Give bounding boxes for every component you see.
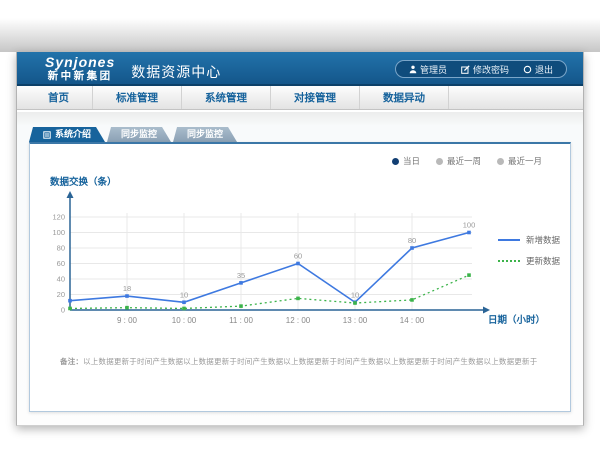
svg-text:120: 120 <box>52 213 65 222</box>
dotted-line-swatch <box>498 260 520 262</box>
legend-item-0: 新增数据 <box>498 234 560 246</box>
user-toolbar-account[interactable]: 管理员 <box>402 63 454 76</box>
svg-text:日期（小时）: 日期（小时） <box>488 314 545 326</box>
range-filter-label: 当日 <box>403 155 420 167</box>
user-toolbar-label: 管理员 <box>420 63 447 76</box>
nav-item-2[interactable]: 系统管理 <box>182 86 271 109</box>
user-toolbar: 管理员 修改密码 退出 <box>395 60 567 78</box>
svg-text:18: 18 <box>123 284 131 293</box>
svg-text:13 : 00: 13 : 00 <box>343 316 368 325</box>
radio-icon <box>436 158 443 165</box>
footnote: 备注：以上数据更新于时间产生数据以上数据更新于时间产生数据以上数据更新于时间产生… <box>60 356 544 367</box>
range-filter-2[interactable]: 最近一月 <box>497 155 542 167</box>
svg-text:60: 60 <box>294 252 302 261</box>
svg-text:11 : 00: 11 : 00 <box>229 316 253 325</box>
user-toolbar-label: 修改密码 <box>473 63 509 76</box>
tab-label: 同步监控 <box>121 127 157 142</box>
range-filter-group: 当日 最近一周 最近一月 <box>392 155 542 167</box>
nav-item-0[interactable]: 首页 <box>25 86 93 109</box>
user-toolbar-label: 退出 <box>535 63 553 76</box>
tab-1[interactable]: 同步监控 <box>107 127 171 142</box>
footnote-body: 以上数据更新于时间产生数据以上数据更新于时间产生数据以上数据更新于时间产生数据以… <box>83 357 537 366</box>
svg-text:14 : 00: 14 : 00 <box>400 316 425 325</box>
svg-text:10: 10 <box>351 290 359 299</box>
user-icon <box>409 65 417 74</box>
brand-logo: Synjones 新中新集团 <box>45 55 115 82</box>
system-intro-panel: 当日 最近一周 最近一月 数据交换（条） 0 20 40 60 80 100 120 9 : 00… <box>29 142 571 412</box>
legend-item-1: 更新数据 <box>498 255 560 267</box>
edit-icon <box>461 65 470 74</box>
svg-text:80: 80 <box>57 244 65 253</box>
page-background-band <box>0 0 600 52</box>
legend-label: 更新数据 <box>526 255 560 267</box>
tab-bar: 系统介绍 同步监控 同步监控 <box>29 127 237 142</box>
range-filter-label: 最近一周 <box>447 155 481 167</box>
legend-label: 新增数据 <box>526 234 560 246</box>
user-toolbar-logout[interactable]: 退出 <box>516 63 560 76</box>
main-nav: 首页标准管理系统管理对接管理数据异动 <box>17 86 583 110</box>
nav-item-3[interactable]: 对接管理 <box>271 86 360 109</box>
svg-text:100: 100 <box>52 228 65 237</box>
content-area: 系统介绍 同步监控 同步监控 当日 最近一周 最近一月 数据交换（条） 0 20 40 60 8… <box>17 112 583 425</box>
tab-label: 系统介绍 <box>55 127 91 142</box>
svg-text:40: 40 <box>57 275 65 284</box>
chart-y-axis-title: 数据交换（条） <box>50 174 117 188</box>
radio-icon <box>497 158 504 165</box>
radio-icon <box>392 158 399 165</box>
svg-text:12 : 00: 12 : 00 <box>286 316 311 325</box>
brand-logo-subtext: 新中新集团 <box>45 71 115 82</box>
brand-logo-text: Synjones <box>45 55 115 69</box>
page-title: 数据资源中心 <box>131 62 221 82</box>
app-window: Synjones 新中新集团 数据资源中心 管理员修改密码退出 首页标准管理系统… <box>16 52 584 426</box>
range-filter-1[interactable]: 最近一周 <box>436 155 481 167</box>
line-chart: 0 20 40 60 80 100 120 9 : 00 10 : 00 11 : 00 12 : … <box>40 188 550 338</box>
svg-text:20: 20 <box>57 290 65 299</box>
solid-line-swatch <box>498 239 520 241</box>
app-header: Synjones 新中新集团 数据资源中心 管理员 修改密码 退出 <box>17 52 583 86</box>
nav-item-4[interactable]: 数据异动 <box>360 86 449 109</box>
range-filter-0[interactable]: 当日 <box>392 155 420 167</box>
nav-item-1[interactable]: 标准管理 <box>93 86 182 109</box>
tab-0[interactable]: 系统介绍 <box>29 127 105 142</box>
svg-text:9 : 00: 9 : 00 <box>117 316 138 325</box>
svg-text:10 : 00: 10 : 00 <box>172 316 197 325</box>
footnote-prefix: 备注： <box>60 357 83 366</box>
svg-text:0: 0 <box>61 306 65 315</box>
svg-text:80: 80 <box>408 236 416 245</box>
user-toolbar-change-password[interactable]: 修改密码 <box>454 63 516 76</box>
tab-2[interactable]: 同步监控 <box>173 127 237 142</box>
logout-icon <box>523 65 532 74</box>
form-icon <box>43 131 51 139</box>
svg-text:10: 10 <box>180 290 188 299</box>
tab-label: 同步监控 <box>187 127 223 142</box>
chart-legend: 新增数据更新数据 <box>498 234 560 276</box>
svg-text:60: 60 <box>57 259 65 268</box>
svg-text:100: 100 <box>463 221 476 230</box>
range-filter-label: 最近一月 <box>508 155 542 167</box>
svg-text:35: 35 <box>237 271 245 280</box>
